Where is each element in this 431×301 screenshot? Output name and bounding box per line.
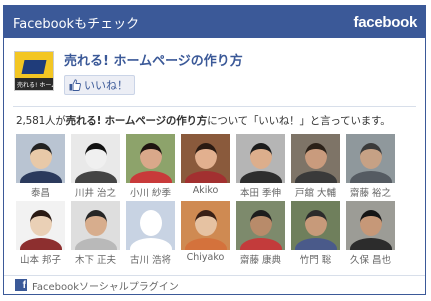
page-info-row: 売れる! ホームページの作り方 売れる! ホームページの作り方 いいね！ <box>4 38 425 106</box>
fan-name[interactable]: 木下 正夫 <box>75 252 116 266</box>
avatar[interactable] <box>236 134 285 183</box>
page-thumbnail[interactable]: 売れる! ホームページの作り方 <box>14 51 54 91</box>
widget-footer: f Facebookソーシャルプラグイン <box>4 275 425 294</box>
default-avatar[interactable] <box>126 201 175 250</box>
avatar[interactable] <box>16 134 65 183</box>
fan-face[interactable]: 久保 昌也 <box>346 201 395 266</box>
fan-face[interactable]: 本田 季伸 <box>236 134 285 199</box>
fan-face[interactable]: Chiyako <box>181 201 230 264</box>
avatar[interactable] <box>346 201 395 250</box>
avatar[interactable] <box>16 201 65 250</box>
avatar[interactable] <box>181 134 230 183</box>
fan-name[interactable]: 小川 紗季 <box>130 185 171 199</box>
summary-suffix: について「いいね！」と言っています。 <box>207 115 391 127</box>
like-count: 2,581人が <box>16 115 66 127</box>
fan-face[interactable]: 戸舘 大輔 <box>291 134 340 199</box>
summary-page-name[interactable]: 売れる! ホームページの作り方 <box>66 115 208 127</box>
fan-name[interactable]: 齋藤 裕之 <box>350 185 391 199</box>
like-button-label: いいね！ <box>84 79 128 92</box>
fan-name[interactable]: 久保 昌也 <box>350 252 391 266</box>
like-button[interactable]: いいね！ <box>64 75 135 95</box>
fan-name[interactable]: 川井 治之 <box>75 185 116 199</box>
header-title: Facebookもチェック <box>13 16 140 32</box>
facebook-like-box: Facebookもチェック facebook 売れる! ホームページの作り方 売… <box>3 5 426 295</box>
fan-face[interactable]: 小川 紗季 <box>126 134 175 199</box>
fan-name[interactable]: 山本 邦子 <box>20 252 61 266</box>
widget-header: Facebookもチェック facebook <box>4 6 425 38</box>
fan-name[interactable]: 古川 浩将 <box>130 252 171 266</box>
fan-face[interactable]: 竹門 聡 <box>291 201 340 266</box>
fan-faces-grid: 泰昌 川井 治之 小川 紗季 Akiko 本田 季伸 戸舘 大輔 齋藤 裕之山本 邦子 木下 … <box>4 128 425 266</box>
avatar[interactable] <box>126 134 175 183</box>
fan-face[interactable]: 山本 邦子 <box>16 201 65 266</box>
thumbs-up-icon <box>69 79 81 91</box>
fan-face[interactable]: 泰昌 <box>16 134 65 199</box>
fan-name[interactable]: 戸舘 大輔 <box>295 185 336 199</box>
fan-name[interactable]: Akiko <box>193 185 219 197</box>
fan-face[interactable]: 川井 治之 <box>71 134 120 199</box>
fan-face[interactable]: Akiko <box>181 134 230 197</box>
footer-label[interactable]: Facebookソーシャルプラグイン <box>32 278 179 293</box>
avatar[interactable] <box>291 134 340 183</box>
like-summary: 2,581人が売れる! ホームページの作り方について「いいね！」と言っています。 <box>4 107 425 128</box>
avatar[interactable] <box>236 201 285 250</box>
fan-name[interactable]: Chiyako <box>187 252 225 264</box>
facebook-f-icon: f <box>15 279 27 291</box>
avatar[interactable] <box>346 134 395 183</box>
fan-face[interactable]: 齋藤 裕之 <box>346 134 395 199</box>
avatar[interactable] <box>71 201 120 250</box>
fan-name[interactable]: 齋藤 康典 <box>240 252 281 266</box>
fan-face[interactable]: 齋藤 康典 <box>236 201 285 266</box>
fan-name[interactable]: 本田 季伸 <box>240 185 281 199</box>
fan-face[interactable]: 木下 正夫 <box>71 201 120 266</box>
page-name-link[interactable]: 売れる! ホームページの作り方 <box>64 50 243 69</box>
avatar[interactable] <box>181 201 230 250</box>
fan-face[interactable]: 古川 浩将 <box>126 201 175 266</box>
avatar[interactable] <box>71 134 120 183</box>
fan-name[interactable]: 泰昌 <box>31 185 50 199</box>
fan-name[interactable]: 竹門 聡 <box>300 252 332 266</box>
facebook-logo[interactable]: facebook <box>354 14 418 31</box>
avatar[interactable] <box>291 201 340 250</box>
